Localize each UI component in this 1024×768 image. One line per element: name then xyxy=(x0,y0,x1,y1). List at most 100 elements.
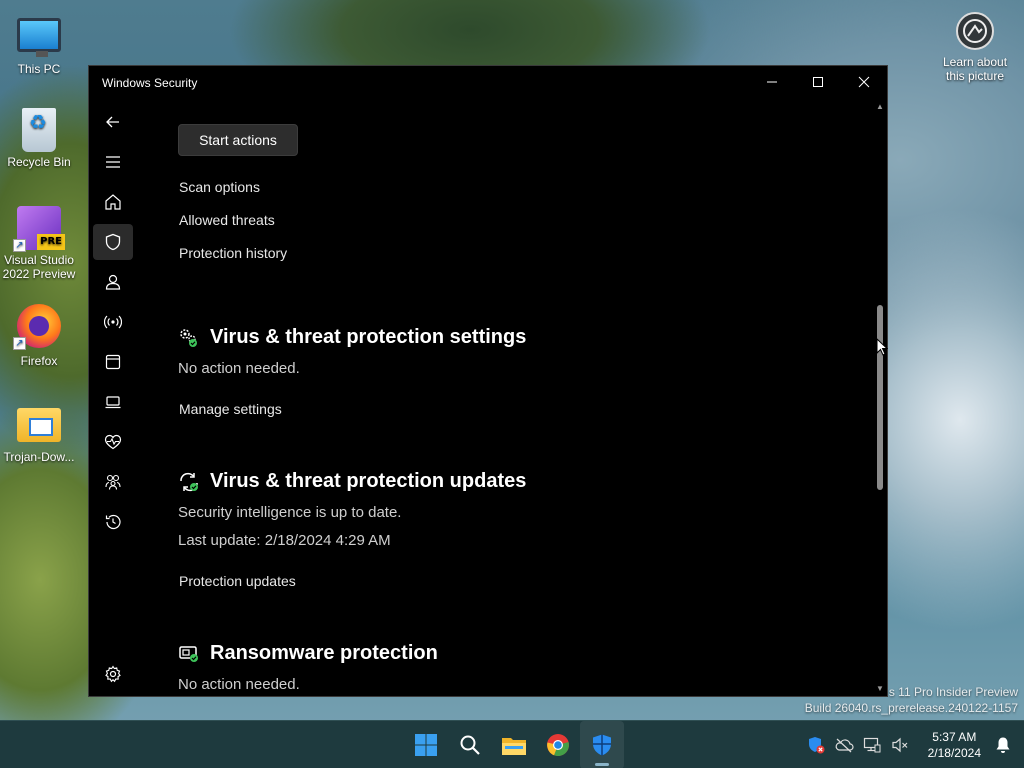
nav-virus-threat-protection[interactable] xyxy=(93,224,133,260)
family-icon xyxy=(105,474,121,490)
navigation-rail xyxy=(89,100,137,696)
scan-options-link[interactable]: Scan options xyxy=(179,179,260,195)
nav-family-options[interactable] xyxy=(93,464,133,500)
scroll-down-arrow-icon[interactable]: ▼ xyxy=(875,684,885,694)
maximize-icon xyxy=(813,77,823,87)
desktop-icon-label: Visual Studio 2022 Preview xyxy=(2,253,76,281)
start-button[interactable] xyxy=(404,721,448,768)
taskbar-apps xyxy=(404,721,624,768)
ransomware-status-text: No action needed. xyxy=(178,676,300,693)
ransomware-check-icon xyxy=(178,643,200,665)
recycle-bin-icon xyxy=(22,108,56,152)
minimize-button[interactable] xyxy=(749,66,795,98)
windows-security-window: Windows Security Start actions Scan opti… xyxy=(88,65,888,697)
windows-security-shield-icon xyxy=(593,734,611,756)
close-button[interactable] xyxy=(841,66,887,98)
back-arrow-icon xyxy=(106,116,119,128)
allowed-threats-link[interactable]: Allowed threats xyxy=(179,212,275,228)
ransomware-section-heading: Ransomware protection xyxy=(178,642,438,665)
mouse-cursor-icon xyxy=(876,337,889,361)
desktop-icon-visual-studio[interactable]: PRE ↗ Visual Studio 2022 Preview xyxy=(0,206,78,281)
learn-about-picture-label: Learn about this picture xyxy=(942,55,1008,83)
gear-icon xyxy=(105,665,121,683)
desktop-icon-recycle-bin[interactable]: Recycle Bin xyxy=(0,108,78,169)
updates-heading-text: Virus & threat protection updates xyxy=(210,470,527,492)
shield-icon xyxy=(105,233,121,251)
protection-history-link[interactable]: Protection history xyxy=(179,245,287,261)
onedrive-tray-button[interactable] xyxy=(833,734,855,756)
network-monitor-icon xyxy=(863,737,881,753)
gears-check-icon xyxy=(178,327,200,349)
system-tray: 5:37 AM 2/18/2024 xyxy=(802,721,1024,768)
updates-section-heading: Virus & threat protection updates xyxy=(178,470,526,493)
settings-section-heading: Virus & threat protection settings xyxy=(178,326,526,349)
notifications-button[interactable] xyxy=(992,734,1014,756)
search-icon xyxy=(460,735,480,755)
start-actions-button[interactable]: Start actions xyxy=(178,124,298,156)
settings-heading-text: Virus & threat protection settings xyxy=(210,326,527,348)
person-icon xyxy=(105,274,121,290)
main-content: Start actions Scan options Allowed threa… xyxy=(178,100,873,696)
nav-device-performance-health[interactable] xyxy=(93,424,133,460)
watermark-line-2: Build 26040.rs_prerelease.240122-1157 xyxy=(804,701,1018,715)
scrollbar-thumb[interactable] xyxy=(877,305,883,490)
clock-time: 5:37 AM xyxy=(932,730,977,744)
nav-firewall-network[interactable] xyxy=(93,304,133,340)
last-update-text: Last update: 2/18/2024 4:29 AM xyxy=(178,532,391,549)
desktop-icon-this-pc[interactable]: This PC xyxy=(0,12,78,76)
scroll-up-arrow-icon[interactable]: ▲ xyxy=(875,102,885,112)
windows-security-taskbar-button[interactable] xyxy=(580,721,624,768)
ransomware-heading-text: Ransomware protection xyxy=(210,642,438,664)
nav-settings[interactable] xyxy=(93,656,133,692)
updates-status-text: Security intelligence is up to date. xyxy=(178,504,402,521)
maximize-button[interactable] xyxy=(795,66,841,98)
chrome-button[interactable] xyxy=(536,721,580,768)
nav-home[interactable] xyxy=(93,184,133,220)
taskbar-clock[interactable]: 5:37 AM 2/18/2024 xyxy=(928,729,981,761)
nav-app-browser-control[interactable] xyxy=(93,344,133,380)
learn-about-picture[interactable]: Learn about this picture xyxy=(936,12,1014,83)
shortcut-arrow-icon: ↗ xyxy=(13,337,26,350)
title-bar[interactable]: Windows Security xyxy=(89,66,887,100)
manage-settings-link[interactable]: Manage settings xyxy=(179,401,282,417)
file-explorer-icon xyxy=(502,738,526,755)
network-tray-button[interactable] xyxy=(861,734,883,756)
desktop-icon-label: Firefox xyxy=(20,354,58,368)
search-button[interactable] xyxy=(448,721,492,768)
volume-tray-button[interactable] xyxy=(889,734,911,756)
desktop-icon-label: Trojan-Dow... xyxy=(3,450,75,464)
heart-pulse-icon xyxy=(104,434,122,450)
learn-about-picture-icon xyxy=(956,12,994,50)
this-pc-icon xyxy=(17,18,61,57)
security-tray-button[interactable] xyxy=(805,734,827,756)
refresh-check-icon xyxy=(178,471,200,493)
history-clock-icon xyxy=(105,514,121,530)
volume-muted-icon xyxy=(892,737,908,753)
desktop-icon-trojan-folder[interactable]: Trojan-Dow... xyxy=(0,400,78,464)
nav-device-security[interactable] xyxy=(93,384,133,420)
nav-protection-history[interactable] xyxy=(93,504,133,540)
chrome-icon xyxy=(547,734,569,757)
hamburger-menu-icon xyxy=(106,156,120,168)
desktop-icon-label: This PC xyxy=(17,62,61,76)
desktop-icon-firefox[interactable]: ↗ Firefox xyxy=(0,304,78,368)
firefox-icon: ↗ xyxy=(13,304,61,350)
taskbar: 5:37 AM 2/18/2024 xyxy=(0,720,1024,768)
onedrive-cloud-icon xyxy=(835,738,854,753)
protection-updates-link[interactable]: Protection updates xyxy=(179,573,296,589)
back-button[interactable] xyxy=(93,104,133,140)
nav-account-protection[interactable] xyxy=(93,264,133,300)
visual-studio-icon: PRE ↗ xyxy=(13,206,65,252)
settings-status-text: No action needed. xyxy=(178,360,300,377)
desktop-icon-label: Recycle Bin xyxy=(7,155,71,169)
menu-button[interactable] xyxy=(93,144,133,180)
window-title: Windows Security xyxy=(102,76,198,90)
security-warning-shield-icon xyxy=(808,737,825,754)
close-icon xyxy=(858,76,870,88)
broadcast-antenna-icon xyxy=(104,315,122,329)
file-explorer-button[interactable] xyxy=(492,721,536,768)
pre-badge: PRE xyxy=(37,234,65,250)
vertical-scrollbar[interactable]: ▲ ▼ xyxy=(873,100,887,696)
home-icon xyxy=(105,194,121,210)
laptop-icon xyxy=(105,396,121,409)
